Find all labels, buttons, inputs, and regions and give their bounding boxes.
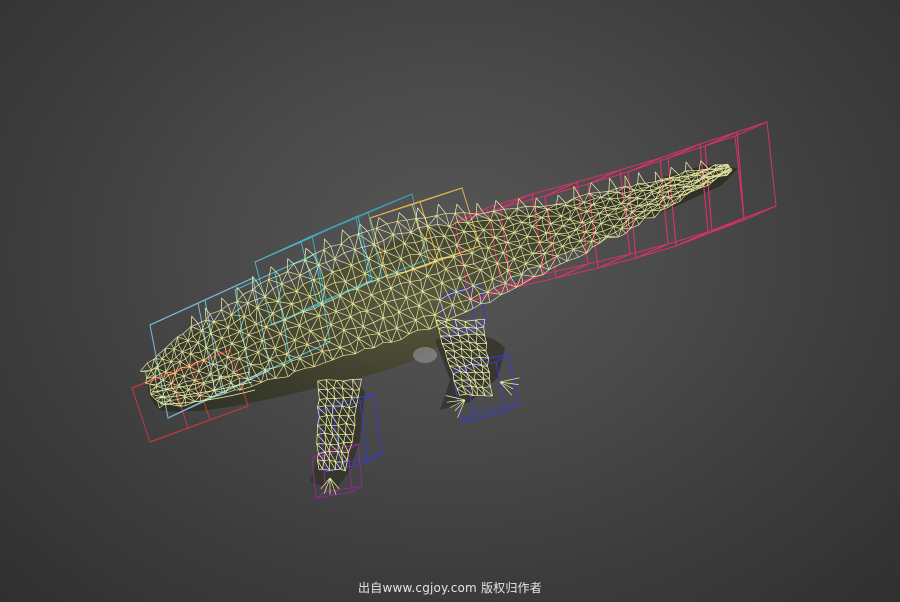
- rear-foot-toes: [499, 377, 520, 396]
- 3d-viewport[interactable]: 出自www.cgjoy.com 版权归作者: [0, 0, 900, 602]
- watermark-text: 出自www.cgjoy.com 版权归作者: [358, 581, 542, 595]
- crocodile-wireframe-scene: [131, 121, 777, 499]
